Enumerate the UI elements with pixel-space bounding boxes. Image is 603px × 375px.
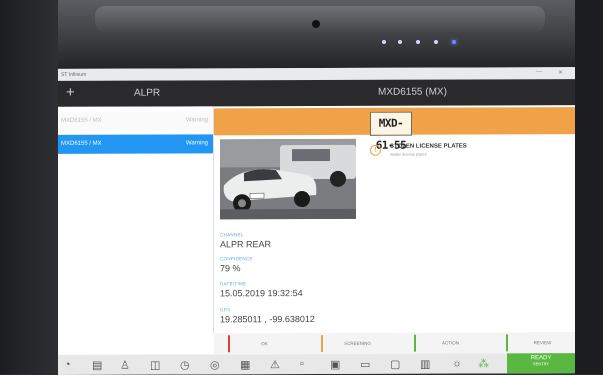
camera-icon[interactable]: ◫ — [150, 359, 160, 372]
brightness-icon[interactable]: ☼ — [452, 357, 462, 369]
warning-icon[interactable]: ⚠ — [270, 358, 280, 371]
plus-icon[interactable]: + — [66, 84, 75, 101]
speedometer-icon[interactable]: ◔ — [64, 359, 71, 371]
action-color-bar — [321, 334, 323, 352]
clock-icon[interactable]: ◷ — [180, 358, 190, 371]
close-button[interactable]: ✕ — [558, 69, 563, 76]
camera-lens-icon — [312, 20, 320, 28]
people-icon[interactable]: ♙ — [120, 359, 130, 372]
action-color-bar — [228, 335, 230, 353]
device-handle — [95, 6, 545, 32]
review-button[interactable]: REVIEW — [506, 334, 575, 352]
app-title: ALPR — [134, 87, 161, 99]
action-label: REVIEW — [533, 340, 552, 346]
power-light-icon — [452, 40, 456, 44]
channel-label: CHANNEL — [220, 232, 244, 238]
alert-title: STOLEN LICENSE PLATES — [390, 143, 467, 150]
gps-label: GPS — [220, 307, 231, 313]
ok-button[interactable]: OK — [228, 335, 301, 353]
ready-sub: SENTRY — [532, 361, 550, 367]
window-title: ST Infinium — [61, 71, 87, 78]
action-color-bar — [506, 334, 508, 352]
grid-icon[interactable]: ▥ — [420, 358, 430, 371]
detection-list: MXD6155 / MX Warning MXD6155 / MX Warnin… — [58, 106, 213, 334]
document-icon[interactable]: ▤ — [92, 359, 102, 372]
monitor-icon[interactable]: ▢ — [390, 358, 400, 371]
alert-banner: MXD-61-55 — [214, 107, 575, 152]
indicator-light-icon — [398, 40, 402, 44]
indicator-light-icon — [434, 40, 438, 44]
device-bezel-top — [0, 0, 603, 70]
action-button[interactable]: ACTION — [414, 334, 487, 352]
plate-crop-image: MXD-61-55 — [370, 111, 412, 152]
speed-limit-icon[interactable]: ◎ — [210, 358, 220, 371]
channel-value: ALPR REAR — [220, 239, 272, 250]
screening-button[interactable]: SCREENING — [321, 334, 394, 352]
blank-icon[interactable]: ▫ — [300, 358, 304, 370]
id-card-icon[interactable]: ▭ — [360, 358, 370, 371]
indicator-light-icon — [382, 40, 386, 44]
list-icon[interactable]: ▦ — [240, 358, 250, 371]
action-label: OK — [261, 341, 268, 347]
confidence-label: CONFIDENCE — [220, 256, 253, 262]
list-item-status: Warning — [185, 117, 208, 124]
device-bezel-right — [575, 0, 603, 374]
action-label: ACTION — [441, 340, 459, 346]
datetime-value: 15.05.2019 19:32:54 — [220, 288, 303, 299]
ready-status-button[interactable]: READY SENTRY — [507, 353, 575, 374]
minimize-button[interactable]: — — [536, 69, 542, 75]
app-header: + ALPR MXD6155 (MX) — [58, 79, 575, 107]
status-dots-icon[interactable]: ⁂ — [478, 357, 489, 370]
list-item-plate: MXD6155 / MX — [61, 117, 102, 124]
action-color-bar — [414, 334, 416, 352]
plate-title: MXD6155 (MX) — [378, 86, 447, 98]
confidence-value: 79 % — [220, 263, 241, 274]
list-item-selected[interactable]: MXD6155 / MX Warning — [58, 134, 213, 154]
datetime-label: DATE/TIME — [220, 281, 247, 287]
action-bar: OK SCREENING ACTION REVIEW — [214, 332, 575, 355]
gps-value: 19.285011 , -99.638012 — [220, 314, 315, 325]
alert-subtitle: Stolen license plates — [390, 151, 427, 157]
device-bezel-left — [0, 0, 58, 374]
taskbar: ◔ ▤ ♙ ◫ ◷ ◎ ▦ ⚠ ▫ ▣ ▭ ▢ ▥ ☼ ⁂ — [58, 353, 575, 375]
alert-icon: ! — [370, 144, 381, 156]
clipboard-icon[interactable]: ▣ — [330, 358, 340, 371]
app-screen: ST Infinium — ✕ + ALPR MXD6155 (MX) MXD6… — [58, 67, 575, 375]
vehicle-photo[interactable] — [220, 138, 356, 220]
car-image-icon — [220, 138, 356, 220]
list-item-plate: MXD6155 / MX — [61, 140, 102, 147]
indicator-light-icon — [416, 40, 420, 44]
detail-panel: MXD-61-55 ! STOLEN LICENSE PLATES Stolen… — [214, 105, 575, 333]
list-item[interactable]: MXD6155 / MX Warning — [58, 111, 213, 131]
list-item-status: Warning — [185, 140, 208, 147]
action-label: SCREENING — [344, 340, 371, 346]
